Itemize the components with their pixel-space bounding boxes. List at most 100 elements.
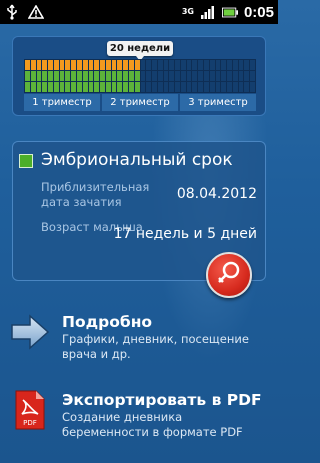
week-cell (48, 71, 53, 81)
week-cell (140, 71, 146, 81)
week-cell (250, 60, 255, 70)
week-cell (117, 71, 123, 81)
week-cell (186, 60, 192, 70)
week-cell (134, 82, 140, 92)
week-cell (117, 82, 123, 92)
week-cell (105, 60, 111, 70)
conception-date-label: Приблизительная дата зачатия (41, 180, 150, 209)
status-bar: 3G 0:05 (0, 0, 278, 24)
week-cell (30, 60, 36, 70)
week-cell (36, 82, 42, 92)
week-cell (25, 60, 30, 70)
week-cell (82, 82, 88, 92)
week-cell (198, 71, 204, 81)
week-cell (25, 82, 30, 92)
week-cell (209, 60, 215, 70)
week-cell (250, 71, 255, 81)
week-cell (48, 82, 53, 92)
week-cell (209, 82, 215, 92)
week-cell (134, 71, 140, 81)
week-cell (94, 60, 100, 70)
week-cell (53, 71, 59, 81)
details-menu-item[interactable]: Подробно Графики, дневник, посещение вра… (10, 312, 270, 362)
trimester-2: 2 триместр (102, 94, 178, 111)
week-grid (24, 59, 256, 93)
week-cell (180, 60, 186, 70)
week-cell (169, 82, 175, 92)
week-cell (163, 71, 169, 81)
week-cell (152, 82, 157, 92)
week-cell (232, 71, 238, 81)
details-title: Подробно (62, 313, 153, 331)
week-cell (111, 60, 117, 70)
week-cell (71, 60, 76, 70)
week-cell (105, 71, 111, 81)
week-cell (128, 82, 134, 92)
week-cell (36, 71, 42, 81)
current-week-tag: 20 недели (107, 41, 173, 61)
pregnancy-progress-card[interactable]: 20 недели 1 триместр 2 триместр 3 тримес… (12, 36, 266, 116)
week-cell (134, 60, 140, 70)
export-title: Экспортировать в PDF (62, 391, 262, 409)
week-cell (88, 82, 94, 92)
conception-date-value: 08.04.2012 (176, 186, 257, 202)
clock: 0:05 (243, 3, 274, 21)
week-cell (180, 82, 186, 92)
week-cell (238, 60, 244, 70)
week-cell (111, 71, 117, 81)
usb-icon (4, 4, 20, 20)
week-cell (169, 71, 175, 81)
week-cell (186, 82, 192, 92)
week-cell (53, 60, 59, 70)
female-symbol-button[interactable] (206, 252, 252, 298)
week-cell (209, 71, 215, 81)
week-cell (100, 71, 105, 81)
status-square-icon (19, 154, 33, 168)
week-cell (100, 82, 105, 92)
week-cell (128, 71, 134, 81)
week-cell (59, 71, 65, 81)
week-cell (192, 71, 198, 81)
week-cell (157, 82, 163, 92)
arrow-right-icon (10, 312, 50, 352)
week-cell (232, 60, 238, 70)
week-cell (221, 82, 227, 92)
warning-icon (28, 4, 44, 20)
details-description: Графики, дневник, посещение врача и др. (62, 332, 249, 361)
week-cell (175, 82, 180, 92)
week-cell (169, 60, 175, 70)
week-cell (238, 71, 244, 81)
week-cell (88, 60, 94, 70)
week-cell (163, 82, 169, 92)
week-cell (111, 82, 117, 92)
week-cell (215, 60, 221, 70)
week-cell (250, 82, 255, 92)
week-cell (59, 60, 65, 70)
week-cell (163, 60, 169, 70)
week-cell (59, 82, 65, 92)
week-cell (244, 71, 250, 81)
week-cell (244, 60, 250, 70)
week-cell (186, 71, 192, 81)
trimester-row: 1 триместр 2 триместр 3 триместр (24, 94, 256, 111)
week-cell (152, 71, 157, 81)
week-cell (221, 71, 227, 81)
week-cell (25, 71, 30, 81)
week-cell (76, 60, 82, 70)
week-cell (42, 60, 48, 70)
week-cell (53, 82, 59, 92)
pdf-file-icon: PDF (10, 390, 50, 430)
week-cell (30, 82, 36, 92)
week-cell (105, 82, 111, 92)
week-cell (88, 71, 94, 81)
week-cell (238, 82, 244, 92)
week-cell (157, 60, 163, 70)
week-cell (232, 82, 238, 92)
week-cell (71, 82, 76, 92)
network-type: 3G (181, 7, 194, 16)
week-cell (152, 60, 157, 70)
week-cell (140, 60, 146, 70)
export-description: Создание дневника беременности в формате… (62, 410, 243, 439)
export-pdf-menu-item[interactable]: PDF Экспортировать в PDF Создание дневни… (10, 390, 270, 440)
week-cell (204, 60, 209, 70)
